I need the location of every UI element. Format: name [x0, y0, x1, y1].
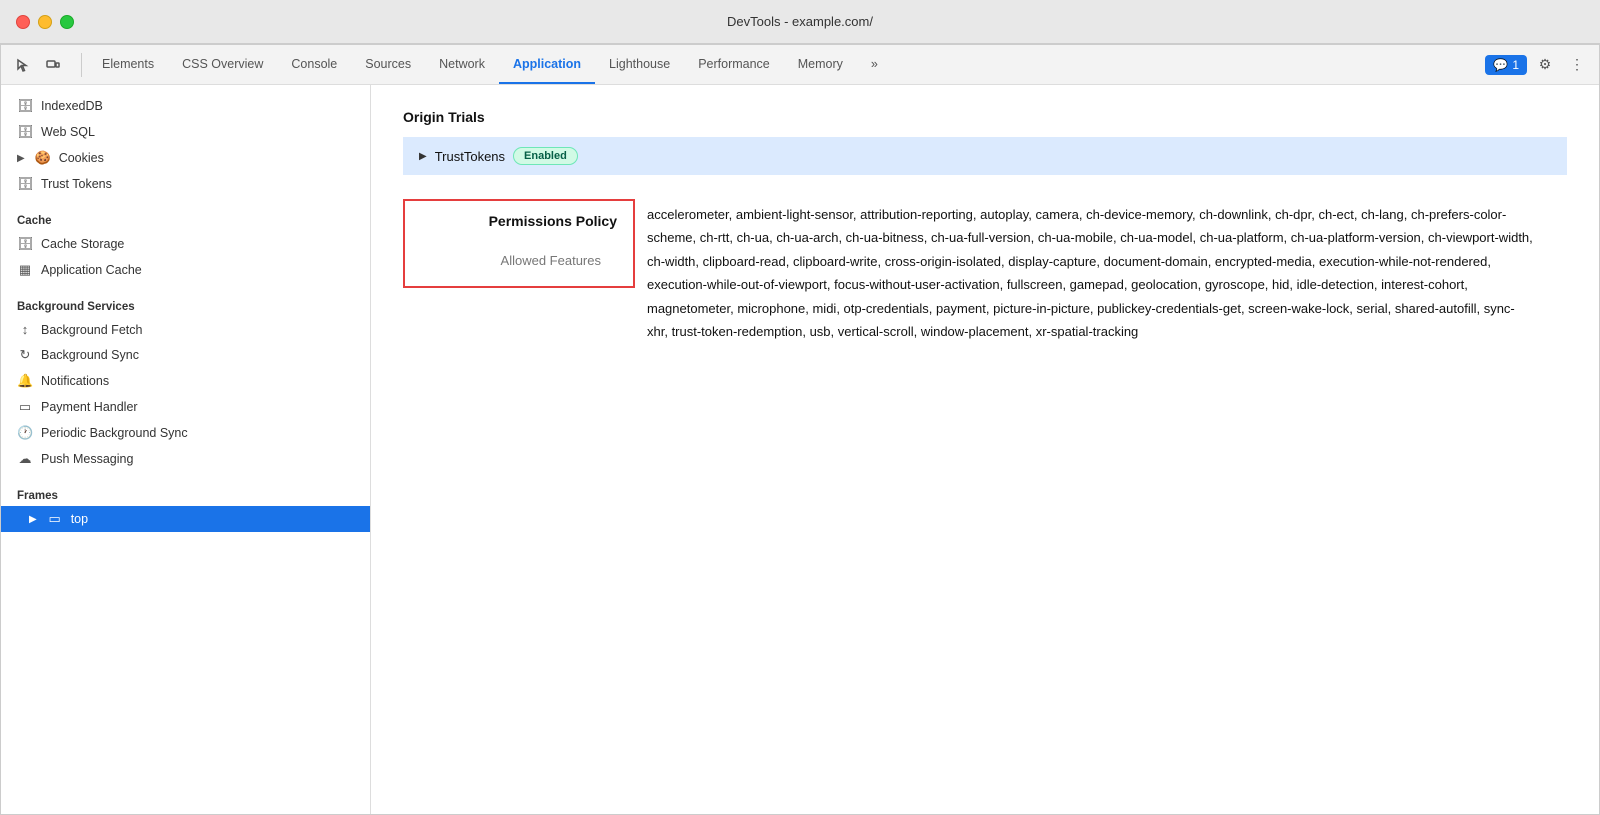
window-title: DevTools - example.com/: [727, 14, 873, 29]
tab-list: ElementsCSS OverviewConsoleSourcesNetwor…: [88, 45, 1485, 84]
tab-memory[interactable]: Memory: [784, 45, 857, 84]
devtools-window: ElementsCSS OverviewConsoleSourcesNetwor…: [0, 44, 1600, 815]
issues-icon: 💬: [1493, 58, 1508, 72]
tab-lighthouse[interactable]: Lighthouse: [595, 45, 684, 84]
sidebar-label-bg-fetch: Background Fetch: [41, 323, 142, 337]
toolbar: ElementsCSS OverviewConsoleSourcesNetwor…: [1, 45, 1599, 85]
sidebar-item-app-cache[interactable]: ▦ Application Cache: [1, 257, 370, 283]
minimize-button[interactable]: [38, 15, 52, 29]
grid-icon: ▦: [17, 262, 33, 278]
payment-icon: ▭: [17, 399, 33, 415]
sidebar-label-payment-handler: Payment Handler: [41, 400, 138, 414]
sidebar-item-top[interactable]: ▶ ▭ top: [1, 506, 370, 532]
sync-icon: ↻: [17, 347, 33, 363]
database-icon: 🗄: [17, 98, 33, 114]
tab-network[interactable]: Network: [425, 45, 499, 84]
sidebar-item-bg-fetch[interactable]: ↕ Background Fetch: [1, 317, 370, 342]
database-icon-trust: 🗄: [17, 176, 33, 192]
sidebar-item-trust-tokens[interactable]: 🗄 Trust Tokens: [1, 171, 370, 197]
sidebar-item-cookies[interactable]: ▶ 🍪 Cookies: [1, 145, 370, 171]
permissions-policy-title: Permissions Policy: [489, 213, 617, 229]
sidebar-item-cache-storage[interactable]: 🗄 Cache Storage: [1, 231, 370, 257]
more-options-icon[interactable]: ⋮: [1563, 51, 1591, 79]
frames-section-label: Frames: [1, 482, 370, 506]
sidebar-label-notifications: Notifications: [41, 374, 109, 388]
enabled-badge: Enabled: [513, 147, 578, 165]
toolbar-icons: [9, 51, 67, 79]
cursor-icon[interactable]: [9, 51, 37, 79]
tab-sources[interactable]: Sources: [351, 45, 425, 84]
cloud-icon: ☁: [17, 451, 33, 467]
sidebar-label-bg-sync: Background Sync: [41, 348, 139, 362]
issues-count: 1: [1512, 58, 1519, 72]
toolbar-right: 💬 1 ⚙ ⋮: [1485, 51, 1591, 79]
device-toggle-icon[interactable]: [39, 51, 67, 79]
traffic-lights: [16, 15, 74, 29]
tab-performance[interactable]: Performance: [684, 45, 784, 84]
sidebar-item-bg-sync[interactable]: ↻ Background Sync: [1, 342, 370, 368]
trust-tokens-row[interactable]: ▶ TrustTokens Enabled: [403, 137, 1567, 175]
close-button[interactable]: [16, 15, 30, 29]
sidebar-label-websql: Web SQL: [41, 125, 95, 139]
toolbar-divider: [81, 53, 82, 77]
frame-icon: ▭: [47, 511, 63, 527]
sidebar: 🗄 IndexedDB 🗄 Web SQL ▶ 🍪 Cookies 🗄 Trus…: [1, 85, 371, 814]
sidebar-label-periodic-bg-sync: Periodic Background Sync: [41, 426, 188, 440]
sidebar-item-notifications[interactable]: 🔔 Notifications: [1, 368, 370, 394]
notification-icon: 🔔: [17, 373, 33, 389]
trust-tokens-expand-icon: ▶: [419, 151, 427, 162]
clock-icon: 🕐: [17, 425, 33, 441]
tab-application[interactable]: Application: [499, 45, 595, 84]
title-bar: DevTools - example.com/: [0, 0, 1600, 44]
trust-tokens-name: TrustTokens: [435, 149, 505, 164]
sidebar-item-periodic-bg-sync[interactable]: 🕐 Periodic Background Sync: [1, 420, 370, 446]
sidebar-item-indexeddb[interactable]: 🗄 IndexedDB: [1, 93, 370, 119]
sidebar-item-websql[interactable]: 🗄 Web SQL: [1, 119, 370, 145]
sidebar-item-payment-handler[interactable]: ▭ Payment Handler: [1, 394, 370, 420]
database-icon-websql: 🗄: [17, 124, 33, 140]
issues-badge-button[interactable]: 💬 1: [1485, 55, 1527, 75]
sidebar-label-push-messaging: Push Messaging: [41, 452, 133, 466]
sidebar-label-trust-tokens: Trust Tokens: [41, 177, 112, 191]
maximize-button[interactable]: [60, 15, 74, 29]
sidebar-label-cache-storage: Cache Storage: [41, 237, 124, 251]
tab-elements[interactable]: Elements: [88, 45, 168, 84]
origin-trials-title: Origin Trials: [403, 109, 1567, 125]
permissions-policy-section: Permissions Policy Allowed Features acce…: [403, 199, 1567, 347]
main-content: 🗄 IndexedDB 🗄 Web SQL ▶ 🍪 Cookies 🗄 Trus…: [1, 85, 1599, 814]
sidebar-label-top: top: [71, 512, 88, 526]
more-tabs-button[interactable]: »: [857, 45, 892, 84]
tab-console[interactable]: Console: [277, 45, 351, 84]
chevron-right-icon-top: ▶: [29, 514, 37, 525]
allowed-features-label: Allowed Features: [417, 247, 617, 274]
settings-icon[interactable]: ⚙: [1531, 51, 1559, 79]
permissions-label-box: Permissions Policy Allowed Features: [403, 199, 635, 288]
cache-section-label: Cache: [1, 207, 370, 231]
sidebar-label-indexeddb: IndexedDB: [41, 99, 103, 113]
sidebar-label-cookies: Cookies: [59, 151, 104, 165]
chevron-right-icon: ▶: [17, 153, 25, 164]
sidebar-item-push-messaging[interactable]: ☁ Push Messaging: [1, 446, 370, 472]
database-icon-cache: 🗄: [17, 236, 33, 252]
sidebar-label-app-cache: Application Cache: [41, 263, 142, 277]
background-services-section-label: Background Services: [1, 293, 370, 317]
content-panel: Origin Trials ▶ TrustTokens Enabled Perm…: [371, 85, 1599, 814]
tab-css-overview[interactable]: CSS Overview: [168, 45, 277, 84]
fetch-icon: ↕: [17, 322, 33, 337]
allowed-features-value: accelerometer, ambient-light-sensor, att…: [635, 199, 1535, 347]
cookies-icon: 🍪: [35, 150, 51, 166]
